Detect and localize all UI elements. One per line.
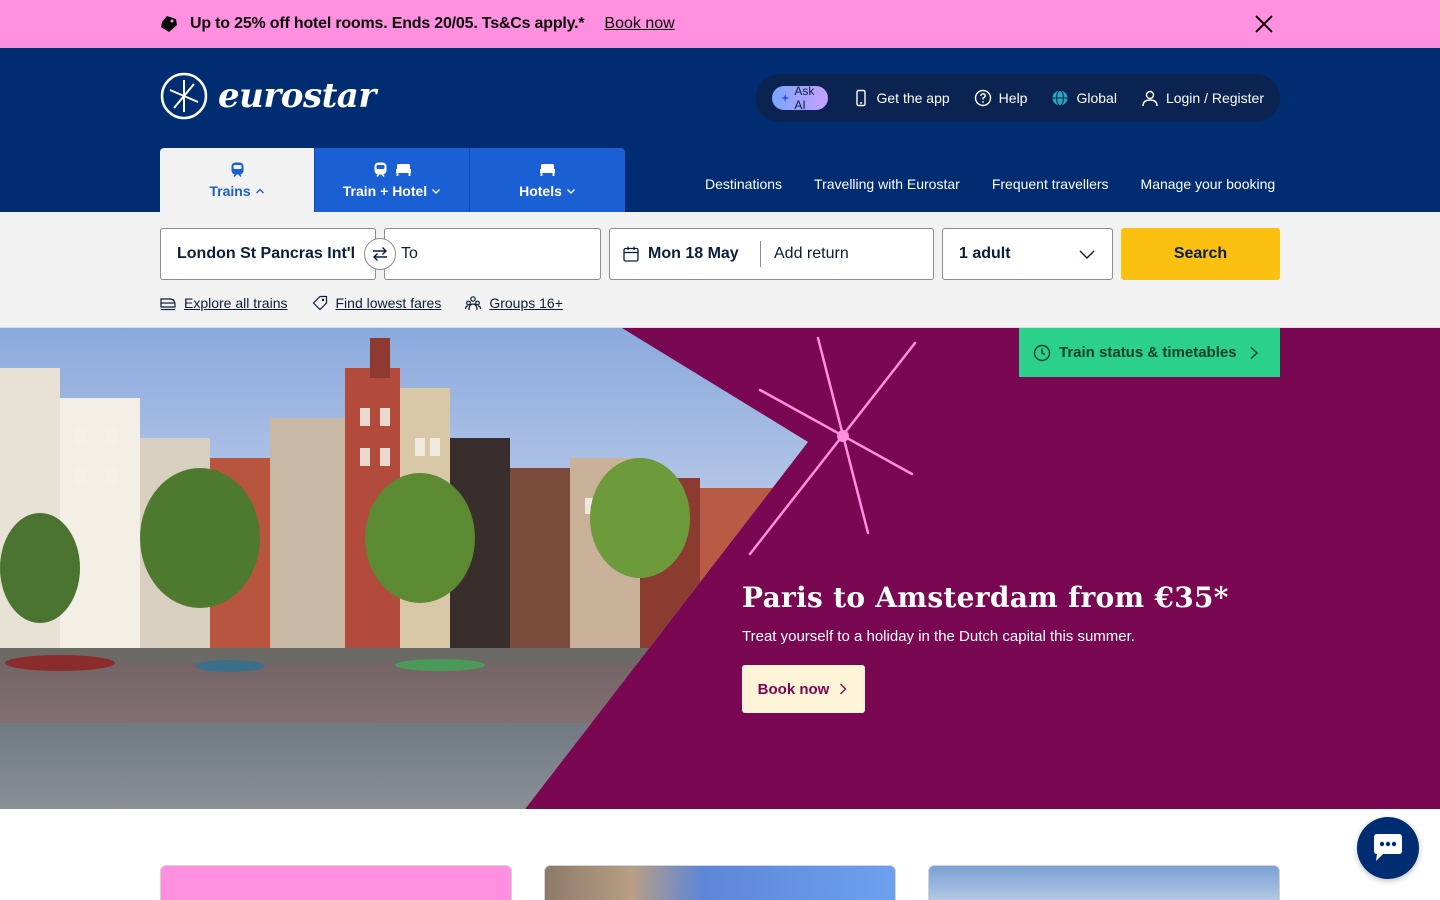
train-side-icon	[160, 298, 176, 311]
help-label: Help	[998, 90, 1028, 106]
travel-dates-field[interactable]: Mon 18 May Add return	[609, 228, 934, 280]
find-lowest-fares-link[interactable]: Find lowest fares	[312, 295, 442, 311]
help-link[interactable]: Help	[974, 89, 1028, 107]
to-station-input[interactable]	[401, 245, 581, 263]
chevron-down-icon	[566, 189, 575, 194]
promo-text: Up to 25% off hotel rooms. Ends 20/05. T…	[190, 15, 585, 32]
chevron-down-icon	[1079, 250, 1095, 259]
outbound-date[interactable]: Mon 18 May	[648, 245, 760, 263]
explore-all-trains-label: Explore all trains	[184, 295, 288, 311]
logo-star-icon	[160, 72, 208, 120]
passengers-select[interactable]: 1 adult	[942, 228, 1113, 280]
sparkle-icon	[780, 93, 790, 103]
bed-icon	[540, 164, 555, 176]
login-register-link[interactable]: Login / Register	[1141, 89, 1264, 107]
journey-search-panel: London St Pancras Int'l Mon 18 May Add r…	[0, 212, 1440, 328]
hero-subtitle: Treat yourself to a holiday in the Dutch…	[742, 628, 1135, 645]
train-icon	[374, 162, 387, 177]
hero-banner: Train status & timetables Paris to Amste…	[0, 328, 1440, 809]
date-divider	[760, 241, 761, 267]
chevron-down-icon	[432, 189, 441, 194]
get-the-app-label: Get the app	[876, 90, 950, 106]
nav-frequent-travellers[interactable]: Frequent travellers	[992, 176, 1109, 192]
logo-text: eurostar	[218, 76, 376, 116]
hero-book-now-button[interactable]: Book now	[742, 665, 865, 713]
promo-book-now-link[interactable]: Book now	[604, 15, 674, 33]
global-region-selector[interactable]: Global	[1051, 89, 1117, 107]
help-icon	[974, 89, 991, 107]
nav-destinations[interactable]: Destinations	[705, 176, 782, 192]
site-header: eurostar Ask AI Get the app Help Global …	[0, 48, 1440, 212]
passengers-value: 1 adult	[959, 245, 1011, 262]
amsterdam-canal-houses-image	[0, 328, 917, 809]
chat-bubble-icon	[1374, 834, 1402, 861]
promo-card-2[interactable]	[544, 865, 896, 900]
utility-bar: Ask AI Get the app Help Global Login / R…	[756, 74, 1280, 122]
group-icon	[465, 296, 482, 311]
close-icon[interactable]	[1252, 12, 1276, 36]
chevron-right-icon	[840, 683, 847, 695]
groups-label: Groups 16+	[489, 295, 563, 311]
phone-icon	[855, 89, 866, 107]
train-icon	[231, 162, 243, 177]
calendar-icon	[623, 246, 639, 262]
ask-ai-button[interactable]: Ask AI	[772, 84, 828, 112]
nav-travelling-with-eurostar[interactable]: Travelling with Eurostar	[814, 176, 960, 192]
clock-icon	[1033, 344, 1051, 361]
from-station-value: London St Pancras Int'l	[177, 245, 356, 262]
tab-hotels[interactable]: Hotels	[470, 148, 625, 212]
train-status-label: Train status & timetables	[1059, 344, 1237, 361]
globe-icon	[1052, 90, 1068, 106]
tab-hotels-label: Hotels	[519, 183, 562, 199]
tab-train-hotel[interactable]: Train + Hotel	[315, 148, 470, 212]
price-tag-icon	[312, 295, 327, 311]
promo-content: Up to 25% off hotel rooms. Ends 20/05. T…	[160, 0, 675, 48]
tab-trains[interactable]: Trains	[160, 148, 315, 212]
promo-banner: Up to 25% off hotel rooms. Ends 20/05. T…	[0, 0, 1440, 48]
chat-support-button[interactable]	[1357, 817, 1419, 879]
chevron-up-icon	[255, 188, 264, 194]
find-lowest-fares-label: Find lowest fares	[335, 295, 442, 311]
get-the-app-link[interactable]: Get the app	[852, 89, 950, 107]
search-button[interactable]: Search	[1121, 228, 1280, 280]
promo-card-3[interactable]	[928, 865, 1280, 900]
add-return-date[interactable]: Add return	[774, 245, 849, 263]
eurostar-logo[interactable]: eurostar	[160, 72, 376, 120]
tab-train-hotel-label: Train + Hotel	[342, 183, 428, 199]
hero-book-now-label: Book now	[757, 680, 830, 698]
swap-stations-button[interactable]	[364, 238, 396, 270]
hero-title: Paris to Amsterdam from €35*	[742, 581, 1229, 614]
tag-icon	[161, 16, 177, 32]
search-quick-links: Explore all trains Find lowest fares Gro…	[160, 295, 563, 311]
main-navigation: Destinations Travelling with Eurostar Fr…	[705, 176, 1275, 192]
tab-trains-label: Trains	[209, 183, 251, 199]
user-icon	[1142, 90, 1158, 107]
train-status-timetables-button[interactable]: Train status & timetables	[1019, 328, 1280, 377]
login-register-label: Login / Register	[1165, 90, 1264, 106]
bed-icon	[396, 164, 411, 176]
global-label: Global	[1076, 90, 1117, 106]
to-station-field[interactable]	[384, 228, 601, 280]
chevron-right-icon	[1250, 346, 1258, 359]
promo-card-1[interactable]	[160, 865, 512, 900]
ask-ai-label: Ask AI	[794, 84, 815, 112]
explore-all-trains-link[interactable]: Explore all trains	[160, 295, 288, 311]
product-tabs: Trains Train + Hotel Hotels	[160, 148, 625, 212]
groups-link[interactable]: Groups 16+	[465, 295, 563, 311]
nav-manage-booking[interactable]: Manage your booking	[1141, 176, 1276, 192]
swap-arrows-icon	[373, 247, 387, 261]
from-station-field[interactable]: London St Pancras Int'l	[160, 228, 376, 280]
